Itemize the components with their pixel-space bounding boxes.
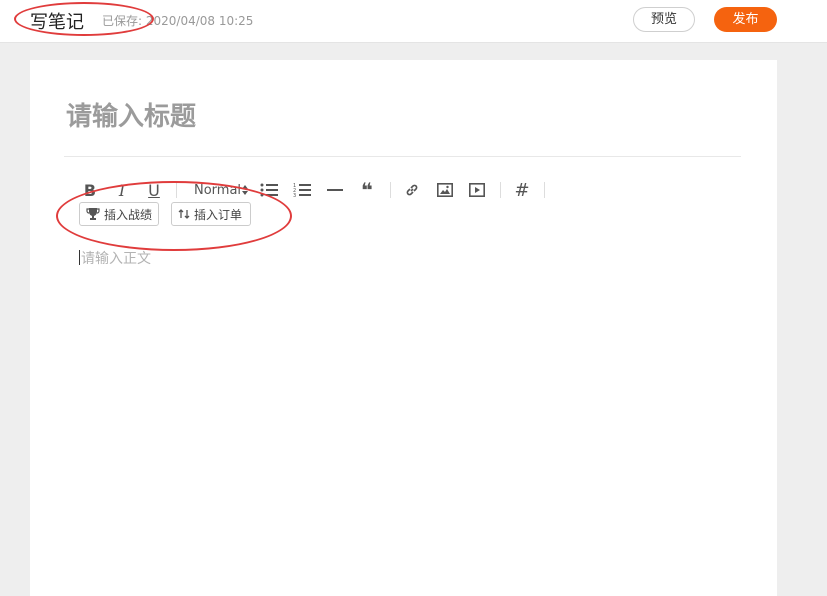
toolbar-divider: [390, 182, 391, 198]
saved-status: 已保存: 2020/04/08 10:25: [102, 14, 254, 28]
editor-toolbar: B I U Normal 123 ❝ #: [30, 178, 777, 202]
insert-order-label: 插入订单: [194, 207, 243, 222]
publish-button[interactable]: 发布: [714, 7, 777, 32]
text-caret: [79, 250, 80, 265]
image-icon: [437, 183, 453, 197]
underline-button[interactable]: U: [146, 178, 162, 202]
toolbar-divider: [544, 182, 545, 198]
divider: [64, 156, 741, 157]
insert-achievement-button[interactable]: 插入战绩: [79, 202, 159, 226]
video-icon: [469, 183, 485, 197]
page-title: 写笔记: [30, 12, 84, 33]
link-icon: [406, 184, 418, 196]
trophy-icon: [86, 208, 100, 220]
italic-button[interactable]: I: [114, 178, 130, 202]
link-button[interactable]: [404, 178, 420, 202]
select-arrows-icon: [242, 185, 249, 195]
toolbar-divider: [500, 182, 501, 198]
svg-text:3: 3: [293, 193, 296, 198]
heading-select[interactable]: Normal: [194, 178, 250, 202]
quote-button[interactable]: ❝: [358, 178, 376, 202]
ordered-list-icon: 123: [293, 183, 311, 198]
image-button[interactable]: [436, 178, 454, 202]
bullet-list-button[interactable]: [260, 178, 278, 202]
preview-button[interactable]: 预览: [633, 7, 695, 32]
top-bar: 写笔记 已保存: 2020/04/08 10:25 预览 发布: [0, 0, 827, 43]
insert-achievement-label: 插入战绩: [104, 207, 153, 222]
body-input[interactable]: 请输入正文: [79, 248, 151, 268]
title-input[interactable]: 请输入标题: [66, 96, 196, 133]
body-placeholder: 请输入正文: [81, 251, 151, 267]
editor-card: 请输入标题 B I U Normal 123 ❝ # 插入战绩 插入订单 请输入…: [30, 60, 777, 596]
bullet-list-icon: [260, 183, 278, 197]
horizontal-rule-button[interactable]: [326, 178, 344, 202]
hashtag-button[interactable]: #: [514, 178, 530, 202]
swap-arrows-icon: [178, 209, 190, 219]
horizontal-rule-icon: [327, 189, 343, 191]
toolbar-divider: [176, 182, 177, 198]
insert-order-button[interactable]: 插入订单: [171, 202, 251, 226]
heading-select-value: Normal: [194, 182, 242, 198]
ordered-list-button[interactable]: 123: [293, 178, 311, 202]
bold-button[interactable]: B: [82, 178, 98, 202]
video-button[interactable]: [468, 178, 486, 202]
